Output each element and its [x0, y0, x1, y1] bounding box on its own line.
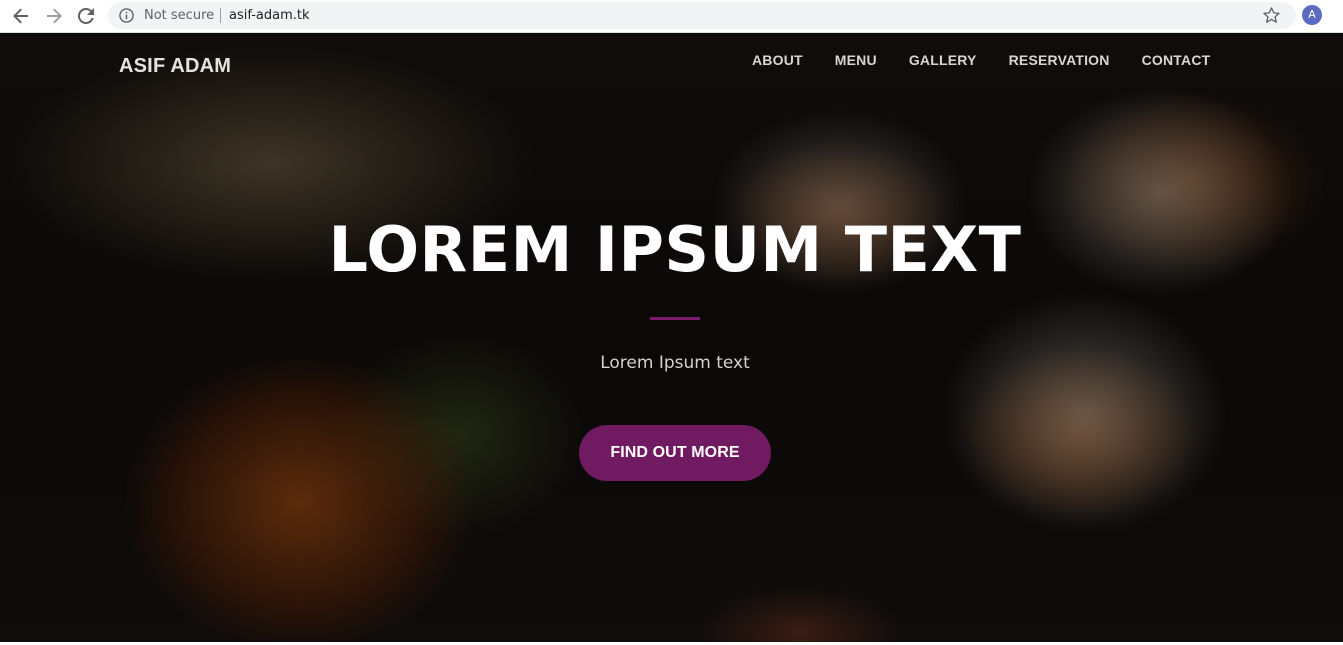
arrow-right-icon [47, 8, 62, 24]
hero-subtitle: Lorem Ipsum text [600, 353, 750, 373]
reload-button[interactable] [75, 5, 97, 27]
nav-reservation[interactable]: RESERVATION [1009, 52, 1110, 68]
arrow-left-icon [13, 8, 28, 24]
profile-avatar[interactable]: A [1302, 5, 1322, 25]
back-button[interactable] [10, 5, 32, 27]
address-bar[interactable]: Not secure asif-adam.tk [108, 2, 1296, 29]
security-status-text: Not secure [144, 8, 215, 23]
forward-button[interactable] [43, 5, 65, 27]
main-nav: ABOUT MENU GALLERY RESERVATION CONTACT [752, 52, 1210, 68]
url-text[interactable]: asif-adam.tk [229, 7, 310, 24]
address-divider [220, 8, 221, 23]
find-out-more-button[interactable]: FIND OUT MORE [579, 425, 771, 481]
star-icon[interactable] [1262, 6, 1281, 25]
site-brand[interactable]: ASIF ADAM [119, 55, 231, 78]
hero-section: ASIF ADAM ABOUT MENU GALLERY RESERVATION… [0, 33, 1343, 642]
browser-toolbar: Not secure asif-adam.tk A [0, 0, 1343, 33]
nav-contact[interactable]: CONTACT [1142, 52, 1211, 68]
reload-icon [78, 8, 94, 24]
hero-title: LOREM IPSUM TEXT [328, 213, 1022, 286]
info-icon[interactable] [119, 8, 134, 23]
title-divider [650, 317, 700, 320]
hero-background-image [0, 33, 1343, 642]
nav-about[interactable]: ABOUT [752, 52, 803, 68]
nav-gallery[interactable]: GALLERY [909, 52, 977, 68]
nav-menu[interactable]: MENU [835, 52, 877, 68]
